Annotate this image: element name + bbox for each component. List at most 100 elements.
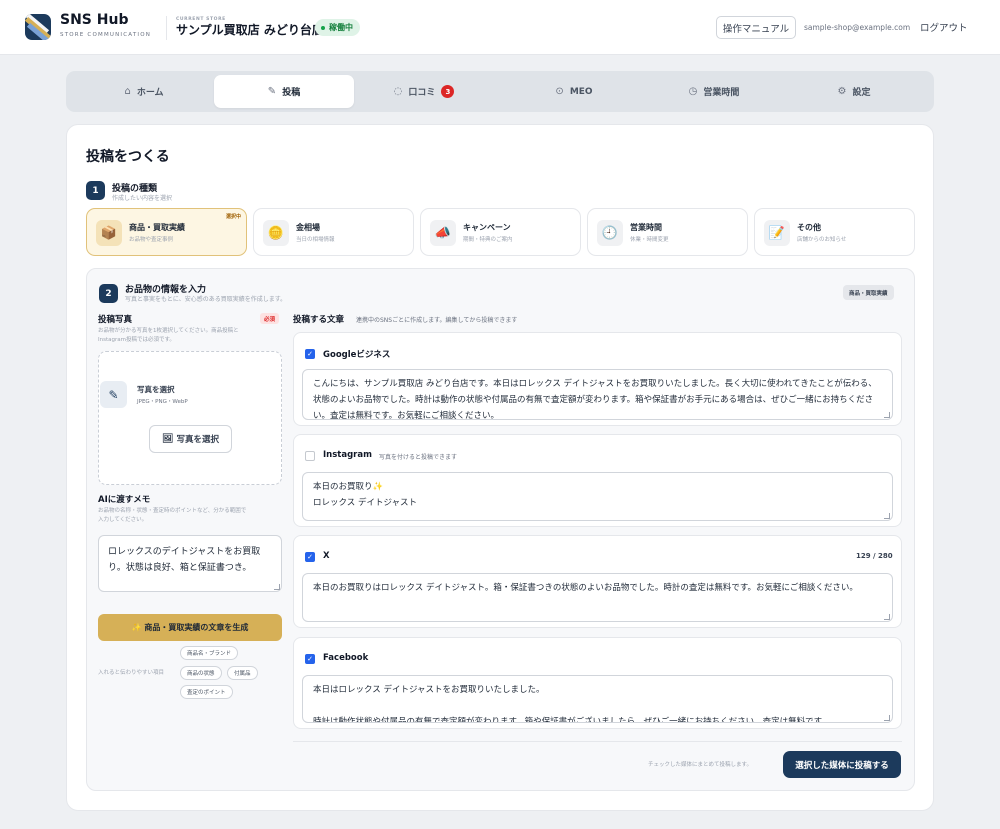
package-icon: 📦 — [96, 220, 122, 246]
ai-memo-textarea[interactable]: ロレックスのデイトジャストをお買取り。状態は良好、箱と保証書つき。 — [98, 535, 282, 592]
x-checkbox[interactable]: ✓ — [305, 552, 315, 562]
upload-formats: JPEG・PNG・WebP — [137, 399, 188, 405]
tab-meo[interactable]: ⊙ MEO — [504, 75, 644, 108]
clock-icon: ◷ — [688, 86, 698, 97]
resize-grip-icon[interactable] — [884, 513, 890, 519]
type-card-campaign[interactable]: 📣 キャンペーン 期間・特典のご案内 — [420, 208, 581, 256]
tab-home[interactable]: ⌂ ホーム — [74, 75, 214, 108]
tab-meo-label: MEO — [569, 86, 593, 97]
edit-icon: ✎ — [267, 86, 277, 97]
selected-type-pill: 商品・買取実績 — [843, 285, 894, 300]
memo-desc-line2: 入力してください。 — [98, 517, 148, 523]
memo-desc-line1: お品物の名称・状態・査定時のポイントなど、分かる範囲で — [98, 508, 247, 514]
type-name: 商品・買取実績 — [129, 223, 185, 232]
reviews-count-badge: 3 — [441, 85, 455, 98]
step1-subtitle: 作成したい内容を選択 — [112, 195, 173, 202]
select-photo-label: 写真を選択 — [176, 435, 219, 445]
megaphone-icon: 📣 — [430, 220, 456, 246]
required-tag: 必須 — [260, 313, 280, 324]
selected-badge: 選択中 — [225, 214, 241, 220]
status-badge: 稼働中 — [315, 19, 360, 36]
chat-bubble-icon: ◌ — [393, 86, 403, 97]
media-name-google: Googleビジネス — [323, 350, 391, 360]
photo-label: 投稿写真 — [98, 315, 133, 325]
tab-reviews[interactable]: ◌ 口コミ 3 — [354, 75, 494, 108]
store-name: サンプル買取店 みどり台店 — [176, 23, 324, 37]
facebook-checkbox[interactable]: ✓ — [305, 654, 315, 664]
page-title: 投稿をつくる — [86, 149, 170, 165]
resize-grip-icon[interactable] — [884, 715, 890, 721]
instagram-text-area[interactable]: 本日のお買取り✨ ロレックス デイトジャスト — [302, 472, 893, 521]
brand-name: SNS Hub — [60, 12, 129, 28]
step2-number: 2 — [99, 284, 118, 303]
type-name: その他 — [797, 223, 821, 232]
resize-grip-icon[interactable] — [884, 412, 890, 418]
instagram-note: 写真を付けると投稿できます — [379, 454, 458, 461]
manual-button[interactable]: 操作マニュアル — [716, 16, 796, 39]
resize-grip-icon[interactable] — [274, 584, 280, 590]
select-photo-button[interactable]: 🖼 写真を選択 — [149, 425, 232, 453]
type-name: 金相場 — [296, 223, 320, 232]
tab-settings[interactable]: ⚙ 設定 — [784, 75, 924, 108]
main-nav: ⌂ ホーム ✎ 投稿 ◌ 口コミ 3 ⊙ MEO ◷ 営業時間 ⚙ 設定 — [66, 71, 934, 112]
resize-grip-icon[interactable] — [884, 614, 890, 620]
type-card-product[interactable]: 📦 商品・買取実績 お品物や査定事例 選択中 — [86, 208, 247, 256]
logout-link[interactable]: ログアウト — [920, 20, 968, 34]
post-selected-button[interactable]: 選択した媒体に投稿する — [783, 751, 901, 778]
photo-desc-line2: Instagram投稿では必須です。 — [98, 337, 175, 343]
type-name: 営業時間 — [630, 223, 662, 232]
media-name-x: X — [323, 551, 330, 561]
photo-dropzone[interactable] — [98, 351, 282, 485]
tab-home-label: ホーム — [136, 88, 164, 98]
type-desc: 店舗からのお知らせ — [797, 237, 847, 243]
image-upload-icon: ✎ — [100, 381, 127, 408]
posts-heading-sub: 連携中のSNSごとに作成します。編集してから投稿できます — [356, 317, 518, 324]
type-desc: 当日の相場情報 — [296, 237, 335, 243]
posts-heading: 投稿する文章 — [293, 315, 345, 325]
step2-subtitle: 写真と事実をもとに、安心感のある買取実績を作成します。 — [125, 296, 287, 303]
memo-icon: 📝 — [764, 220, 790, 246]
step1-number: 1 — [86, 181, 105, 200]
hint-chip[interactable]: 付属品 — [227, 666, 258, 680]
photo-desc-line1: お品物が分かる写真を1枚選択してください。商品投稿と — [98, 328, 239, 334]
google-text-area[interactable]: こんにちは、サンプル買取店 みどり台店です。本日はロレックス デイトジャストをお… — [302, 369, 893, 420]
tab-settings-label: 設定 — [852, 88, 871, 98]
type-desc: 期間・特典のご案内 — [463, 237, 513, 243]
footer-divider — [293, 741, 902, 742]
type-card-other[interactable]: 📝 その他 店舗からのお知らせ — [754, 208, 915, 256]
coin-icon: 🪙 — [263, 220, 289, 246]
gear-icon: ⚙ — [837, 86, 847, 97]
tab-post[interactable]: ✎ 投稿 — [214, 75, 354, 108]
user-email: sample-shop@example.com — [804, 23, 911, 32]
generate-text-button[interactable]: ✨ 商品・買取実績の文章を生成 — [98, 614, 282, 641]
header-divider — [166, 16, 167, 40]
tab-post-label: 投稿 — [282, 88, 301, 98]
tab-reviews-label: 口コミ — [408, 88, 436, 98]
home-icon: ⌂ — [124, 86, 131, 97]
memo-label: AIに渡すメモ — [98, 495, 151, 505]
status-label: 稼働中 — [329, 23, 353, 32]
clock-icon: 🕘 — [597, 220, 623, 246]
picture-icon: 🖼 — [162, 434, 174, 444]
type-name: キャンペーン — [463, 223, 511, 232]
x-text-area[interactable]: 本日のお買取りはロレックス デイトジャスト。箱・保証書つきの状態のよいお品物でし… — [302, 573, 893, 622]
upload-title: 写真を選択 — [137, 385, 175, 394]
instagram-checkbox[interactable] — [305, 451, 315, 461]
hint-chip[interactable]: 査定のポイント — [180, 685, 233, 699]
map-pin-icon: ⊙ — [555, 86, 564, 97]
x-char-count: 129 / 280 — [856, 552, 893, 560]
type-card-hours[interactable]: 🕘 営業時間 休業・時間変更 — [587, 208, 748, 256]
hint-label: 入れると伝わりやすい項目 — [98, 670, 165, 676]
type-card-gold-price[interactable]: 🪙 金相場 当日の相場情報 — [253, 208, 414, 256]
hint-chip[interactable]: 商品の状態 — [180, 666, 222, 680]
app-logo — [25, 14, 51, 40]
tab-hours-label: 営業時間 — [703, 88, 740, 98]
tab-hours[interactable]: ◷ 営業時間 — [644, 75, 784, 108]
facebook-text-area[interactable]: 本日はロレックス デイトジャストをお買取りいたしました。 時計は動作状態や付属品… — [302, 675, 893, 723]
footer-note: チェックした媒体にまとめて投稿します。 — [648, 762, 752, 768]
brand-tagline: STORE COMMUNICATION — [60, 32, 152, 38]
hint-chip[interactable]: 商品名・ブランド — [180, 646, 239, 660]
google-checkbox[interactable]: ✓ — [305, 349, 315, 359]
media-name-instagram: Instagram — [323, 450, 372, 460]
status-dot-icon — [321, 25, 325, 30]
